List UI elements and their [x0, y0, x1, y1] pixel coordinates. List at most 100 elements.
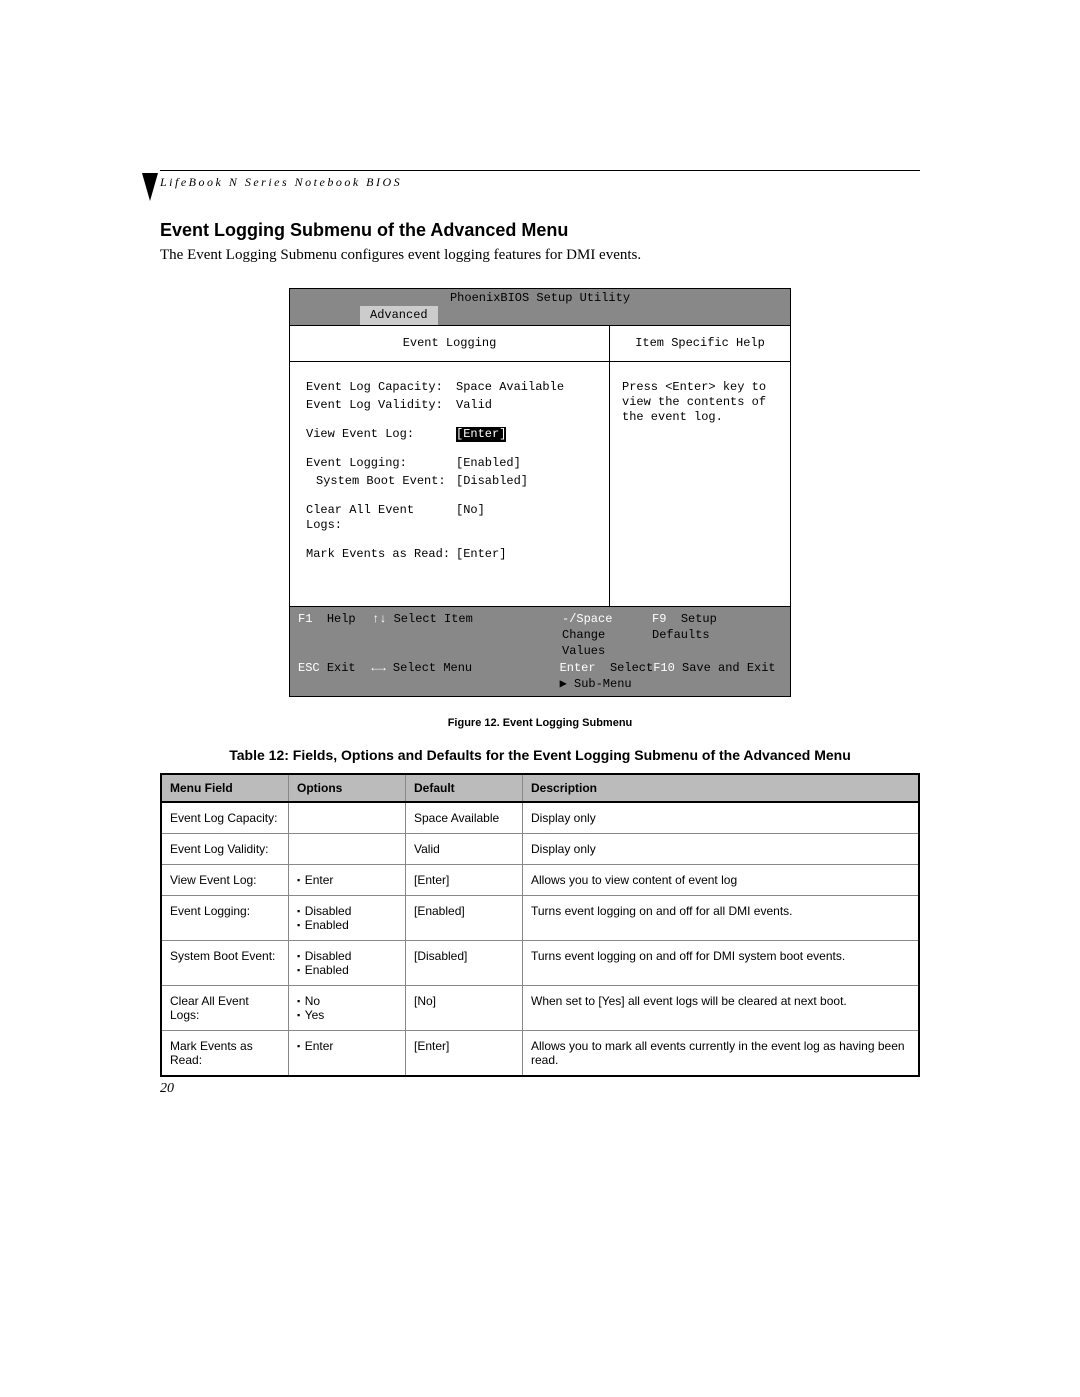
table-row: Event Logging:DisabledEnabled[Enabled]Tu…: [161, 895, 919, 940]
key-enter[interactable]: Enter: [560, 661, 596, 675]
bios-field-label: System Boot Event:: [306, 474, 456, 489]
key-space[interactable]: -/Space: [562, 612, 612, 626]
cell-options: Enter: [289, 1030, 406, 1076]
cell-options: DisabledEnabled: [289, 895, 406, 940]
cell-default: [Enter]: [406, 1030, 523, 1076]
bios-field-value[interactable]: Valid: [456, 398, 492, 413]
key-f1[interactable]: F1: [298, 612, 312, 626]
option-item: Enabled: [297, 918, 397, 932]
option-item: Enter: [297, 1039, 397, 1053]
cell-menu-field: System Boot Event:: [161, 940, 289, 985]
header-marker-icon: [142, 173, 158, 201]
hint-help: Help: [327, 612, 356, 626]
cell-options: NoYes: [289, 985, 406, 1030]
option-item: Enabled: [297, 963, 397, 977]
th-menu-field: Menu Field: [161, 774, 289, 802]
cell-menu-field: Event Log Capacity:: [161, 802, 289, 834]
bios-field-value[interactable]: Space Available: [456, 380, 564, 395]
cell-description: Display only: [523, 833, 920, 864]
bios-body: Event Logging Event Log Capacity:Space A…: [290, 325, 790, 606]
cell-menu-field: Event Logging:: [161, 895, 289, 940]
cell-options: Enter: [289, 864, 406, 895]
hint-exit: Exit: [327, 661, 356, 675]
bios-tabs: Advanced: [290, 306, 790, 325]
bios-field-label: Clear All Event Logs:: [306, 503, 456, 533]
document-page: LifeBook N Series Notebook BIOS Event Lo…: [0, 0, 1080, 1397]
key-updown-icon[interactable]: ↑↓: [372, 612, 386, 626]
cell-description: Display only: [523, 802, 920, 834]
hint-change-values: Change Values: [562, 628, 605, 658]
bios-field-value[interactable]: [Enabled]: [456, 456, 521, 471]
table-caption: Table 12: Fields, Options and Defaults f…: [160, 747, 920, 763]
bios-field-value[interactable]: [Enter]: [456, 427, 506, 442]
cell-description: Turns event logging on and off for DMI s…: [523, 940, 920, 985]
cell-default: [Enabled]: [406, 895, 523, 940]
cell-description: Turns event logging on and off for all D…: [523, 895, 920, 940]
bios-window-title: PhoenixBIOS Setup Utility: [290, 289, 790, 306]
page-number: 20: [160, 1081, 174, 1097]
bios-field-row[interactable]: Event Log Capacity:Space Available: [306, 380, 599, 395]
bios-field-value[interactable]: [Enter]: [456, 547, 506, 562]
cell-default: [Disabled]: [406, 940, 523, 985]
bios-field-row[interactable]: System Boot Event:[Disabled]: [306, 474, 599, 489]
bios-field-value[interactable]: [No]: [456, 503, 485, 533]
key-f9[interactable]: F9: [652, 612, 666, 626]
bios-field-list: Event Log Capacity:Space AvailableEvent …: [290, 362, 609, 575]
option-item: Enter: [297, 873, 397, 887]
cell-menu-field: Mark Events as Read:: [161, 1030, 289, 1076]
fields-table: Menu Field Options Default Description E…: [160, 773, 920, 1077]
cell-options: [289, 802, 406, 834]
hint-select-item: Select Item: [394, 612, 473, 626]
bios-help-text: Press <Enter> key to view the contents o…: [610, 362, 790, 443]
table-row: Event Log Capacity: Space AvailableDispla…: [161, 802, 919, 834]
section-title: Event Logging Submenu of the Advanced Me…: [160, 220, 920, 241]
bios-field-label: Event Logging:: [306, 456, 456, 471]
th-description: Description: [523, 774, 920, 802]
hint-save-exit: Save and Exit: [682, 661, 776, 675]
cell-description: Allows you to mark all events currently …: [523, 1030, 920, 1076]
table-row: Clear All Event Logs:NoYes[No]When set t…: [161, 985, 919, 1030]
cell-menu-field: Clear All Event Logs:: [161, 985, 289, 1030]
table-row: Mark Events as Read: Enter [Enter]Allows y…: [161, 1030, 919, 1076]
section-intro: The Event Logging Submenu configures eve…: [160, 247, 920, 264]
cell-menu-field: Event Log Validity:: [161, 833, 289, 864]
bios-field-value[interactable]: [Disabled]: [456, 474, 528, 489]
option-item: Yes: [297, 1008, 397, 1022]
key-leftright-icon[interactable]: ←→: [371, 661, 385, 675]
bios-footer: F1 Help ↑↓ Select Item -/Space Change Va…: [290, 606, 790, 696]
header-rule: [160, 170, 920, 171]
cell-default: [Enter]: [406, 864, 523, 895]
running-head: LifeBook N Series Notebook BIOS: [160, 175, 920, 190]
table-row: View Event Log: Enter [Enter]Allows you to…: [161, 864, 919, 895]
tab-advanced[interactable]: Advanced: [360, 306, 438, 325]
bios-panel-title: Event Logging: [290, 326, 609, 362]
option-item: Disabled: [297, 949, 397, 963]
cell-options: [289, 833, 406, 864]
bios-field-label: Event Log Capacity:: [306, 380, 456, 395]
key-esc[interactable]: ESC: [298, 661, 320, 675]
cell-description: Allows you to view content of event log: [523, 864, 920, 895]
bios-window: PhoenixBIOS Setup Utility Advanced Event…: [289, 288, 791, 697]
bios-help-title: Item Specific Help: [610, 326, 790, 362]
bios-field-row[interactable]: Event Log Validity:Valid: [306, 398, 599, 413]
cell-default: Space Available: [406, 802, 523, 834]
option-item: No: [297, 994, 397, 1008]
table-row: System Boot Event:DisabledEnabled[Disabl…: [161, 940, 919, 985]
cell-menu-field: View Event Log:: [161, 864, 289, 895]
cell-default: Valid: [406, 833, 523, 864]
th-default: Default: [406, 774, 523, 802]
figure-caption: Figure 12. Event Logging Submenu: [160, 717, 920, 729]
hint-select-menu: Select Menu: [393, 661, 472, 675]
bios-field-label: Event Log Validity:: [306, 398, 456, 413]
bios-field-label: Mark Events as Read:: [306, 547, 456, 562]
bios-field-row[interactable]: Mark Events as Read:[Enter]: [306, 547, 599, 562]
bios-field-row[interactable]: Event Logging:[Enabled]: [306, 456, 599, 471]
cell-options: DisabledEnabled: [289, 940, 406, 985]
bios-help-panel: Item Specific Help Press <Enter> key to …: [610, 326, 790, 606]
key-f10[interactable]: F10: [653, 661, 675, 675]
bios-field-row[interactable]: Clear All Event Logs:[No]: [306, 503, 599, 533]
bios-field-label: View Event Log:: [306, 427, 456, 442]
option-item: Disabled: [297, 904, 397, 918]
bios-field-row[interactable]: View Event Log:[Enter]: [306, 427, 599, 442]
th-options: Options: [289, 774, 406, 802]
